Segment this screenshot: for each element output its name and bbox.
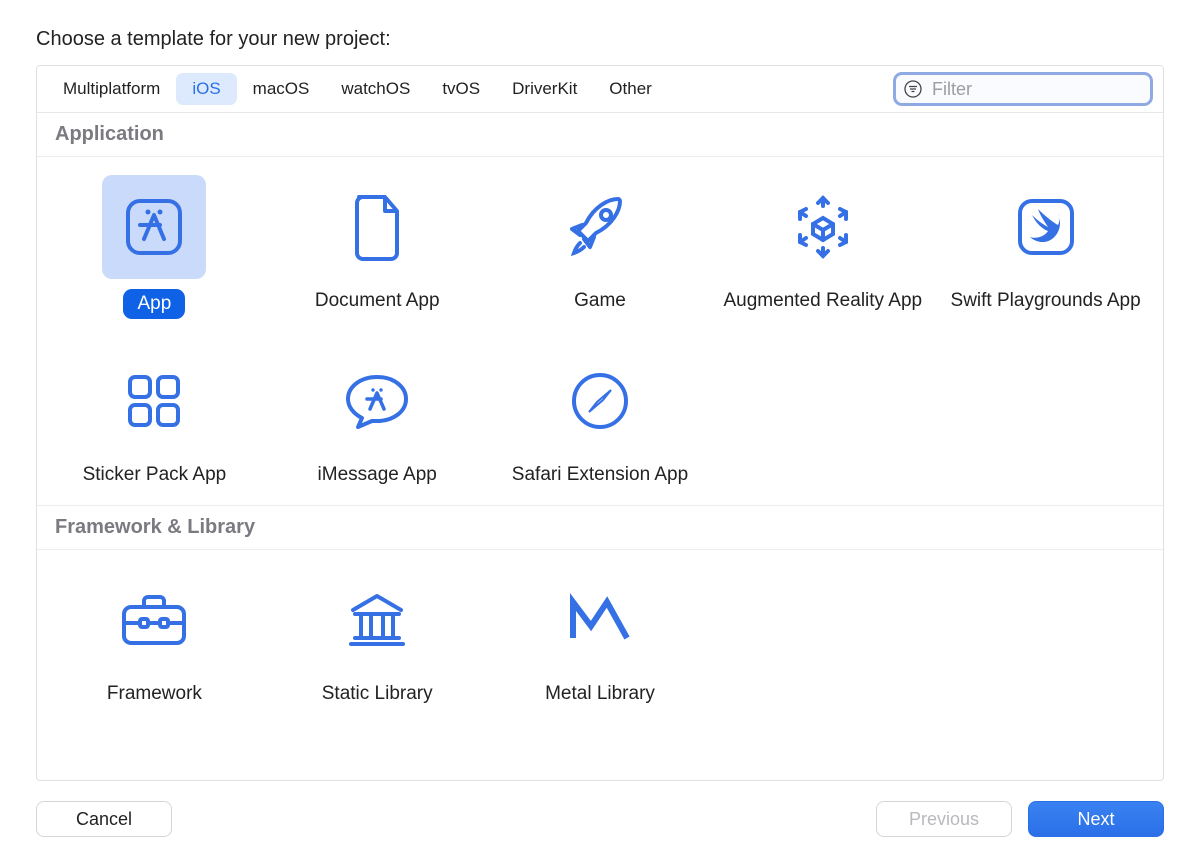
app-icon (102, 175, 206, 279)
filter-field[interactable] (893, 72, 1153, 106)
template-label: Safari Extension App (512, 463, 688, 487)
template-sticker-pack-app[interactable]: Sticker Pack App (43, 345, 266, 497)
previous-button: Previous (876, 801, 1012, 837)
template-label: Game (574, 289, 626, 313)
filter-input[interactable] (930, 78, 1164, 101)
template-swift-playgrounds-app[interactable]: Swift Playgrounds App (934, 171, 1157, 329)
template-label: Sticker Pack App (83, 463, 227, 487)
cancel-button[interactable]: Cancel (36, 801, 172, 837)
tab-tvos[interactable]: tvOS (426, 73, 496, 105)
template-label: App (123, 289, 185, 319)
template-panel: Multiplatform iOS macOS watchOS tvOS Dri… (36, 65, 1164, 781)
tab-ios[interactable]: iOS (176, 73, 236, 105)
swift-icon (994, 175, 1098, 279)
template-label: Swift Playgrounds App (951, 289, 1141, 313)
tab-macos[interactable]: macOS (237, 73, 326, 105)
template-static-library[interactable]: Static Library (266, 564, 489, 716)
template-augmented-reality-app[interactable]: Augmented Reality App (711, 171, 934, 329)
filter-icon (904, 80, 922, 98)
template-label: Metal Library (545, 682, 655, 706)
framework-grid: Framework Static Library (37, 550, 1163, 724)
library-icon (325, 568, 429, 672)
safari-icon (548, 349, 652, 453)
template-metal-library[interactable]: Metal Library (489, 564, 712, 716)
dialog-footer: Cancel Previous Next (36, 781, 1164, 837)
tab-driverkit[interactable]: DriverKit (496, 73, 593, 105)
imessage-icon (325, 349, 429, 453)
template-imessage-app[interactable]: iMessage App (266, 345, 489, 497)
template-label: Static Library (322, 682, 433, 706)
next-button[interactable]: Next (1028, 801, 1164, 837)
template-app[interactable]: App (43, 171, 266, 329)
tab-watchos[interactable]: watchOS (325, 73, 426, 105)
application-grid: App Document App (37, 157, 1163, 506)
tab-other[interactable]: Other (593, 73, 668, 105)
tab-multiplatform[interactable]: Multiplatform (47, 73, 176, 105)
rocket-icon (548, 175, 652, 279)
template-label: iMessage App (318, 463, 437, 487)
template-label: Framework (107, 682, 202, 706)
metal-icon (548, 568, 652, 672)
sticker-grid-icon (102, 349, 206, 453)
template-label: Document App (315, 289, 440, 313)
arkit-icon (771, 175, 875, 279)
toolbox-icon (102, 568, 206, 672)
template-game[interactable]: Game (489, 171, 712, 329)
template-framework[interactable]: Framework (43, 564, 266, 716)
document-icon (325, 175, 429, 279)
section-header-framework: Framework & Library (37, 506, 1163, 550)
platform-tabbar: Multiplatform iOS macOS watchOS tvOS Dri… (37, 66, 1163, 113)
dialog-title: Choose a template for your new project: (36, 28, 1164, 51)
template-label: Augmented Reality App (724, 289, 923, 313)
template-document-app[interactable]: Document App (266, 171, 489, 329)
section-header-application: Application (37, 113, 1163, 157)
template-safari-extension-app[interactable]: Safari Extension App (489, 345, 712, 497)
